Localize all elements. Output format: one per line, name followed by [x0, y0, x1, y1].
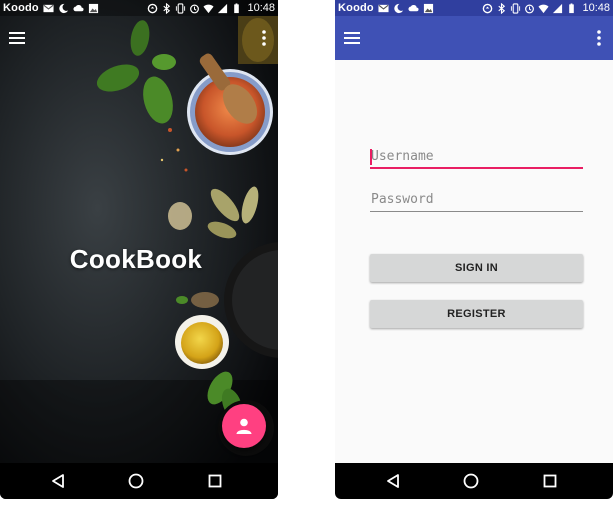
sync-icon [483, 3, 493, 13]
recents-icon[interactable] [543, 474, 557, 488]
alarm-icon [190, 4, 200, 13]
profile-fab[interactable] [222, 404, 266, 448]
menu-icon[interactable] [9, 32, 25, 44]
bluetooth-icon [498, 2, 506, 14]
wifi-icon [203, 4, 215, 13]
recents-icon[interactable] [208, 474, 222, 488]
navigation-bar [335, 463, 613, 499]
navigation-bar [0, 463, 278, 499]
splash-screen: Koodo 10:48 CookBook [0, 0, 278, 499]
more-vert-icon[interactable] [262, 30, 266, 46]
menu-icon[interactable] [344, 32, 360, 44]
carrier-label: Koodo [3, 2, 39, 14]
status-time: 10:48 [247, 2, 275, 14]
vibrate-icon [176, 2, 186, 14]
battery-icon [234, 2, 240, 13]
moon-icon [394, 3, 403, 13]
image-icon [88, 3, 98, 13]
gmail-icon [378, 4, 389, 12]
vibrate-icon [511, 2, 521, 14]
home-icon[interactable] [128, 473, 144, 489]
status-time: 10:48 [582, 2, 610, 14]
password-placeholder: Password [371, 192, 434, 207]
battery-icon [569, 2, 575, 13]
back-icon[interactable] [385, 473, 401, 489]
person-icon [236, 418, 252, 434]
login-screen: Koodo 10:48 Username Password SIGN IN RE… [335, 0, 613, 499]
moon-icon [59, 3, 68, 13]
bluetooth-icon [163, 2, 171, 14]
splash-toolbar [0, 16, 278, 60]
signal-icon [553, 3, 563, 13]
cloud-icon [73, 4, 84, 11]
sign-in-button[interactable]: SIGN IN [370, 254, 583, 282]
username-placeholder: Username [371, 149, 434, 164]
app-title: CookBook [69, 244, 203, 274]
login-toolbar [335, 16, 613, 60]
food-background-image [0, 0, 278, 463]
text-cursor [370, 149, 372, 165]
more-vert-icon[interactable] [597, 30, 601, 46]
username-field[interactable]: Username [370, 147, 583, 169]
cloud-icon [408, 4, 419, 11]
alarm-icon [525, 4, 535, 13]
register-button[interactable]: REGISTER [370, 300, 583, 328]
password-field[interactable]: Password [370, 190, 583, 212]
carrier-label: Koodo [338, 2, 374, 14]
status-bar: Koodo 10:48 [335, 0, 613, 16]
status-bar: Koodo 10:48 [0, 0, 278, 16]
image-icon [423, 3, 433, 13]
wifi-icon [538, 4, 550, 13]
gmail-icon [43, 4, 54, 12]
signal-icon [218, 3, 228, 13]
home-icon[interactable] [463, 473, 479, 489]
sync-icon [148, 3, 158, 13]
back-icon[interactable] [50, 473, 66, 489]
